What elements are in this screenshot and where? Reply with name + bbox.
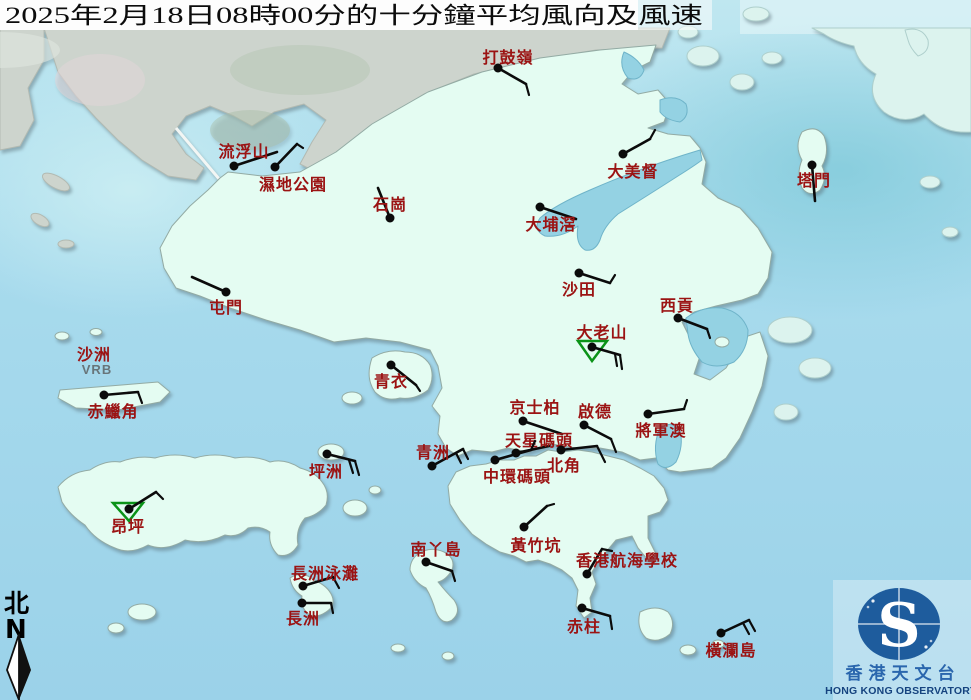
islet-e-2 <box>941 226 959 238</box>
station-label-cheung-chau-beach[interactable]: 長洲泳灘 <box>291 564 359 583</box>
station-dot <box>385 213 395 223</box>
logo-chinese-name: 香港天文台 <box>846 663 961 683</box>
station-label-central-pier[interactable]: 中環碼頭 <box>483 467 551 486</box>
islet-s-1 <box>390 643 406 653</box>
islet-high-island <box>767 316 813 344</box>
logo-halftone-dot <box>866 605 870 609</box>
islet-ne-1 <box>742 6 770 22</box>
station-label-lau-fau-shan[interactable]: 流浮山 <box>218 142 269 161</box>
logo-halftone-dot <box>871 599 875 603</box>
islet-lung-kwu-chau <box>89 328 103 336</box>
station-label-tsing-yi[interactable]: 青衣 <box>374 372 408 391</box>
station-label-tai-mei-tuk[interactable]: 大美督 <box>607 162 658 181</box>
logo-halftone-dot <box>929 639 933 643</box>
title-bar: 2025年2月18日08時00分的十分鐘平均風向及風速 <box>0 0 712 30</box>
map-canvas: 打鼓嶺流浮山濕地公園石崗 大美督 塔門大埔滘沙田屯門 西貢大老山沙洲VRB 赤鱲角 青衣京… <box>0 0 971 700</box>
station-dot <box>716 628 726 638</box>
islet-estuary-3 <box>57 239 75 249</box>
station-dot <box>582 569 592 579</box>
station-dot <box>577 603 587 613</box>
station-label-kings-park[interactable]: 京士柏 <box>509 398 560 417</box>
station-label-north-point[interactable]: 北角 <box>547 456 581 475</box>
islet-port-shelter <box>714 336 730 348</box>
station-dot <box>124 504 134 514</box>
station-label-green-island[interactable]: 青洲 <box>416 443 450 462</box>
station-label-sha-tin[interactable]: 沙田 <box>562 281 596 299</box>
station-sha-chau: 沙洲VRB <box>77 346 112 377</box>
station-label-tap-mun[interactable]: 塔門 <box>797 171 831 190</box>
station-label-lamma-island[interactable]: 南丫島 <box>410 540 461 559</box>
island-ma-wan <box>341 391 363 405</box>
station-label-hk-sea-school[interactable]: 香港航海學校 <box>575 551 678 570</box>
map-title: 2025年2月18日08時00分的十分鐘平均風向及風速 <box>5 3 703 28</box>
station-dot <box>807 160 817 170</box>
hko-logo: S 香港天文台 HONG KONG OBSERVATORY <box>825 580 971 700</box>
station-sublabel-sha-chau: VRB <box>82 362 112 377</box>
islet-ne-4 <box>761 51 783 65</box>
station-label-wong-chuk-hang[interactable]: 黃竹坑 <box>509 536 561 555</box>
islet-po-toi-s <box>679 644 697 656</box>
island-po-toi <box>638 607 674 641</box>
station-dot <box>386 360 396 370</box>
islet-e-1 <box>919 175 941 189</box>
station-label-ta-kwu-ling[interactable]: 打鼓嶺 <box>482 48 533 67</box>
station-dot <box>535 202 545 212</box>
island-hei-ling-chau <box>342 499 368 517</box>
station-label-ngong-ping[interactable]: 昂坪 <box>111 518 145 536</box>
station-label-peng-chau[interactable]: 坪洲 <box>309 463 343 481</box>
urban-texture-green1 <box>230 45 370 95</box>
islet-soko-1 <box>127 603 157 621</box>
station-label-tai-po-kau[interactable]: 大埔滘 <box>525 215 576 234</box>
station-dot <box>519 522 529 532</box>
islet-se-2 <box>773 403 799 421</box>
islet-sha-chau <box>54 331 70 341</box>
station-dot <box>643 409 653 419</box>
station-label-stanley[interactable]: 赤柱 <box>567 617 601 636</box>
hko-wind-map-screenshot: 打鼓嶺流浮山濕地公園石崗 大美督 塔門大埔滘沙田屯門 西貢大老山沙洲 VRB 赤鱲角 青衣京… <box>0 0 971 700</box>
station-dot <box>322 449 332 459</box>
station-label-tates-cairn[interactable]: 大老山 <box>576 323 627 342</box>
islet-se-1 <box>798 357 832 379</box>
islet-ne-2 <box>686 45 720 67</box>
station-dot <box>221 287 231 297</box>
station-dot <box>297 598 307 608</box>
north-label-chinese: 北 <box>4 590 29 618</box>
station-dot <box>229 161 239 171</box>
station-dot <box>574 268 584 278</box>
islet-soko-2 <box>107 622 125 634</box>
station-label-sai-kung[interactable]: 西貢 <box>660 297 694 315</box>
station-label-tuen-mun[interactable]: 屯門 <box>209 298 243 317</box>
station-dot <box>270 162 280 172</box>
station-label-cheung-chau[interactable]: 長洲 <box>286 610 320 628</box>
station-dot <box>518 416 528 426</box>
islet-s-2 <box>441 651 455 661</box>
logo-halftone-dot <box>924 645 928 649</box>
urban-texture-pink <box>55 54 145 106</box>
station-dot <box>579 420 589 430</box>
station-dot <box>490 455 500 465</box>
station-label-wetland-park[interactable]: 濕地公園 <box>259 175 327 194</box>
station-dot <box>556 445 566 455</box>
station-label-kai-tak[interactable]: 啟德 <box>578 402 612 421</box>
station-dot <box>427 461 437 471</box>
station-label-chek-lap-kok[interactable]: 赤鱲角 <box>87 402 138 421</box>
north-label-letter: N <box>5 615 27 645</box>
islet-ne-3 <box>729 73 755 91</box>
station-label-waglan-island[interactable]: 橫瀾島 <box>705 641 756 660</box>
logo-swirl-icon: S <box>877 591 920 661</box>
station-dot <box>618 149 628 159</box>
logo-english-name: HONG KONG OBSERVATORY <box>825 685 971 697</box>
station-label-tseung-kwan-o[interactable]: 將軍澳 <box>635 421 686 440</box>
station-dot <box>99 390 109 400</box>
islet-sunshine <box>368 485 382 495</box>
station-dot <box>587 342 597 352</box>
station-label-shek-kong[interactable]: 石崗 <box>372 195 407 214</box>
